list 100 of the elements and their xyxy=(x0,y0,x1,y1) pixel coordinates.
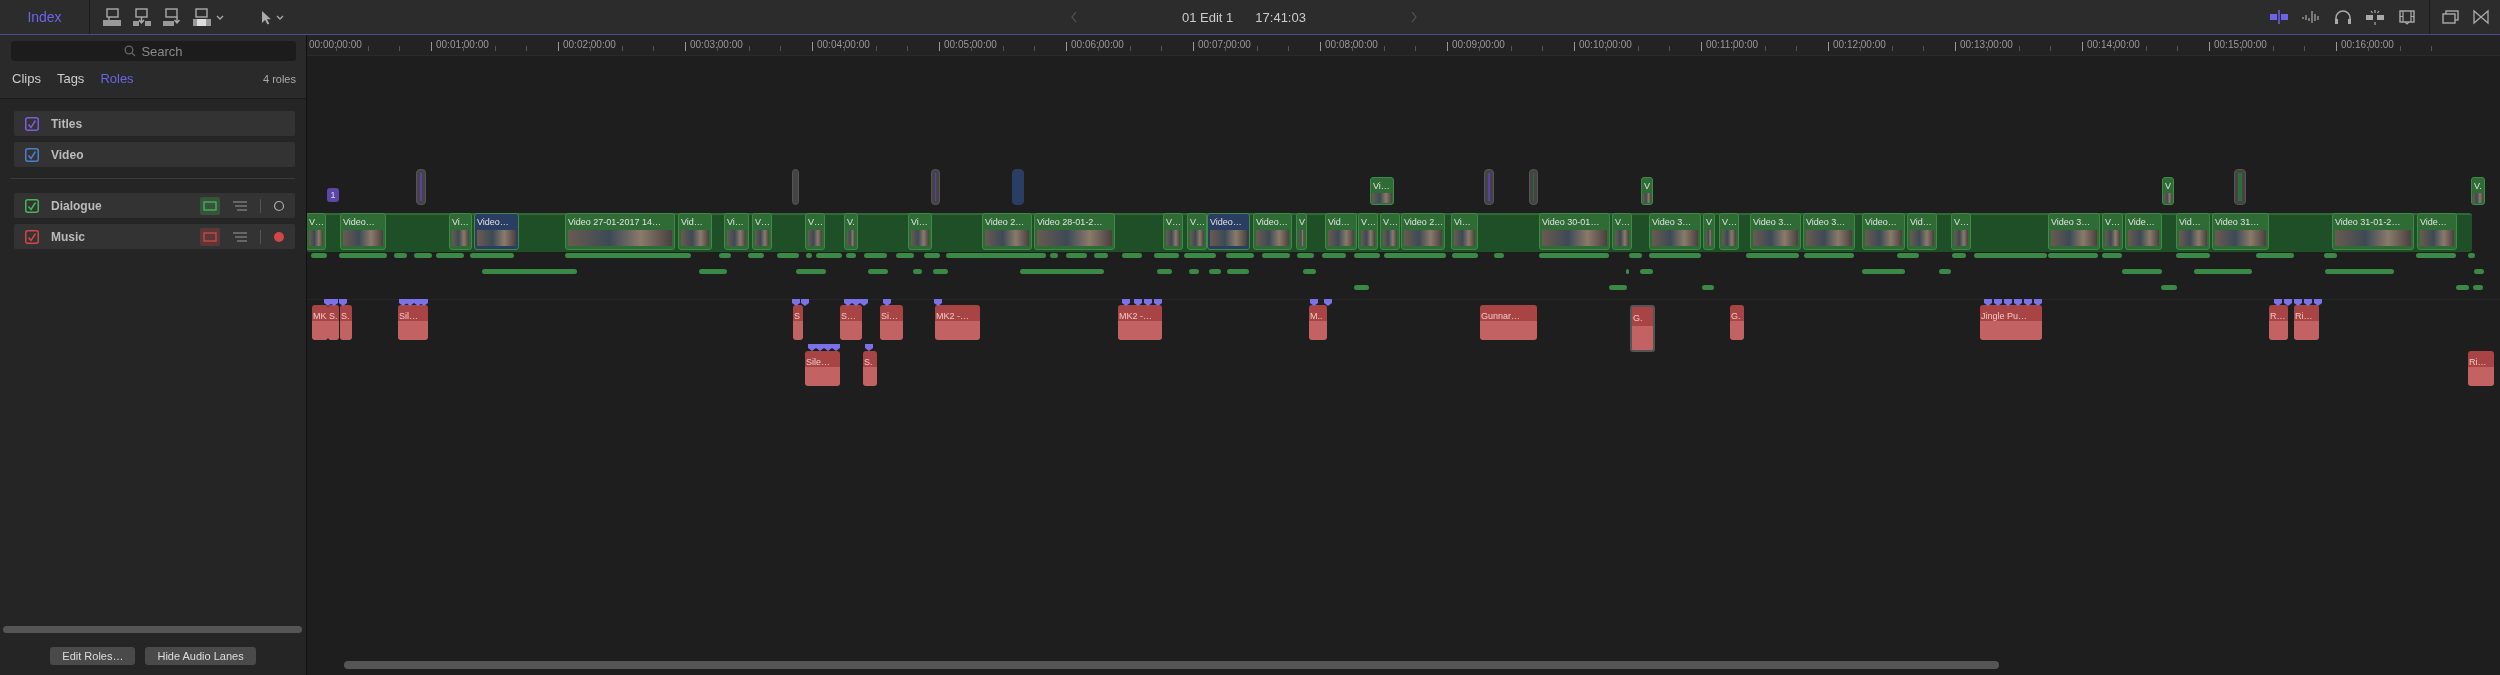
video-clip[interactable]: Video 2… xyxy=(1401,213,1446,250)
video-clip[interactable]: Video 3… xyxy=(2048,213,2100,250)
audio-clip[interactable] xyxy=(719,253,731,258)
subroles-icon[interactable] xyxy=(232,200,248,211)
video-clip[interactable]: Video 31… xyxy=(2212,213,2269,250)
audio-clip[interactable] xyxy=(796,269,826,274)
audio-clip[interactable]: Ri… xyxy=(2294,305,2319,340)
video-clip[interactable]: Vid… xyxy=(678,213,712,250)
audio-clip[interactable] xyxy=(2416,253,2456,258)
audio-clip[interactable] xyxy=(565,253,691,258)
checkbox[interactable] xyxy=(25,147,39,162)
audio-clip[interactable]: Jingle Pu… xyxy=(1980,305,2042,340)
sidebar-button[interactable]: Hide Audio Lanes xyxy=(145,647,256,665)
role-row[interactable]: Dialogue xyxy=(14,193,295,218)
audio-clip[interactable] xyxy=(1939,269,1951,274)
tab[interactable]: Tags xyxy=(56,71,85,86)
search-field[interactable]: Search xyxy=(11,41,296,61)
video-clip[interactable]: V… xyxy=(805,213,825,250)
video-clip[interactable]: Video 30-01… xyxy=(1539,213,1610,250)
audio-clip[interactable] xyxy=(2256,253,2294,258)
audio-clip[interactable] xyxy=(2122,269,2162,274)
audio-clip[interactable] xyxy=(339,253,387,258)
audio-clip[interactable]: Si… xyxy=(880,305,903,340)
caret-icon[interactable] xyxy=(276,14,284,20)
audio-clip[interactable] xyxy=(1154,253,1179,258)
audio-clip[interactable] xyxy=(1640,269,1653,274)
audio-clip[interactable] xyxy=(1209,269,1221,274)
audio-clip[interactable] xyxy=(924,253,940,258)
video-clip[interactable]: V… xyxy=(307,213,326,250)
audio-clip[interactable]: MK xyxy=(312,305,328,340)
connect-clip-icon[interactable] xyxy=(102,7,122,27)
role-row[interactable]: Titles xyxy=(14,111,295,136)
audio-clip[interactable]: Ri… xyxy=(2468,351,2494,386)
video-clip[interactable]: Video… xyxy=(1253,213,1292,250)
connected-clip[interactable] xyxy=(416,169,426,205)
connected-clip[interactable] xyxy=(792,169,799,205)
audio-clip[interactable] xyxy=(816,253,842,258)
audio-clip[interactable] xyxy=(1952,253,1966,258)
audio-clip[interactable] xyxy=(2468,253,2475,258)
audio-clip[interactable] xyxy=(1974,253,2047,258)
video-clip[interactable]: Video 2… xyxy=(982,213,1032,250)
audio-clip[interactable] xyxy=(2474,269,2484,274)
audio-clip[interactable] xyxy=(1303,269,1316,274)
video-clip[interactable]: Video 28-01-2… xyxy=(1034,213,1115,250)
audio-clip[interactable] xyxy=(748,253,764,258)
audio-clip[interactable] xyxy=(1629,253,1642,258)
video-clip[interactable]: V xyxy=(1296,213,1307,250)
audio-clip[interactable]: M.. xyxy=(1309,305,1327,340)
audio-clip[interactable]: Sile… xyxy=(805,351,840,386)
video-clip[interactable]: Video… xyxy=(1207,213,1250,250)
audio-clip[interactable] xyxy=(1804,253,1854,258)
audio-clip[interactable] xyxy=(1050,253,1058,258)
bowtie-icon[interactable] xyxy=(2472,9,2490,25)
audio-clip[interactable] xyxy=(1452,253,1478,258)
tab[interactable]: Clips xyxy=(12,71,41,86)
video-clip[interactable]: V… xyxy=(1380,213,1400,250)
audio-clip[interactable] xyxy=(1354,285,1369,290)
video-clip[interactable]: Vide… xyxy=(2417,213,2457,250)
index-button[interactable]: Index xyxy=(0,0,90,34)
video-clip[interactable]: Vi… xyxy=(449,213,472,250)
video-clip[interactable]: Vi… xyxy=(1451,213,1478,250)
audio-clip[interactable] xyxy=(846,253,856,258)
audio-clip[interactable]: MK2 -… xyxy=(935,305,980,340)
audio-clip[interactable] xyxy=(1626,269,1629,274)
video-clip[interactable]: V… xyxy=(1187,213,1207,250)
audio-clip[interactable] xyxy=(311,253,327,258)
audio-clip[interactable] xyxy=(1189,269,1199,274)
connected-clip[interactable] xyxy=(931,169,940,205)
audio-clip[interactable] xyxy=(2176,253,2210,258)
audio-clip[interactable] xyxy=(394,253,407,258)
audio-clip[interactable]: S. xyxy=(340,305,352,340)
video-clip[interactable]: V… xyxy=(2102,213,2123,250)
audio-clip[interactable] xyxy=(1649,253,1701,258)
audio-clip[interactable] xyxy=(1122,253,1142,258)
role-row[interactable]: Video xyxy=(14,142,295,167)
checkbox[interactable] xyxy=(25,198,39,213)
audio-clip[interactable]: R… xyxy=(2269,305,2288,340)
audio-clip[interactable] xyxy=(1354,253,1380,258)
video-clip[interactable]: V. xyxy=(844,213,858,250)
window-icon[interactable] xyxy=(2442,9,2460,25)
audio-clip[interactable] xyxy=(1066,253,1087,258)
video-clip[interactable]: V. xyxy=(2471,177,2485,205)
audio-clip[interactable] xyxy=(2161,285,2177,290)
focus-dot-icon[interactable] xyxy=(273,199,285,212)
audio-clip[interactable] xyxy=(1897,253,1919,258)
checkbox[interactable] xyxy=(25,116,39,131)
audio-clip[interactable] xyxy=(864,253,887,258)
audio-clip[interactable] xyxy=(1539,253,1609,258)
video-clip[interactable]: Vi… xyxy=(908,213,932,250)
append-clip-icon[interactable] xyxy=(162,7,182,27)
audio-clip[interactable] xyxy=(1862,269,1905,274)
audio-clip[interactable] xyxy=(1746,253,1799,258)
video-clip[interactable]: Video… xyxy=(340,213,386,250)
video-clip[interactable]: Video 3… xyxy=(1750,213,1801,250)
audio-clip[interactable] xyxy=(933,269,948,274)
video-clip[interactable]: Vid… xyxy=(1325,213,1357,250)
subroles-icon[interactable] xyxy=(232,231,248,242)
headphones-icon[interactable] xyxy=(2333,9,2353,25)
audio-clip[interactable] xyxy=(806,253,812,258)
audio-clip[interactable] xyxy=(1094,253,1108,258)
